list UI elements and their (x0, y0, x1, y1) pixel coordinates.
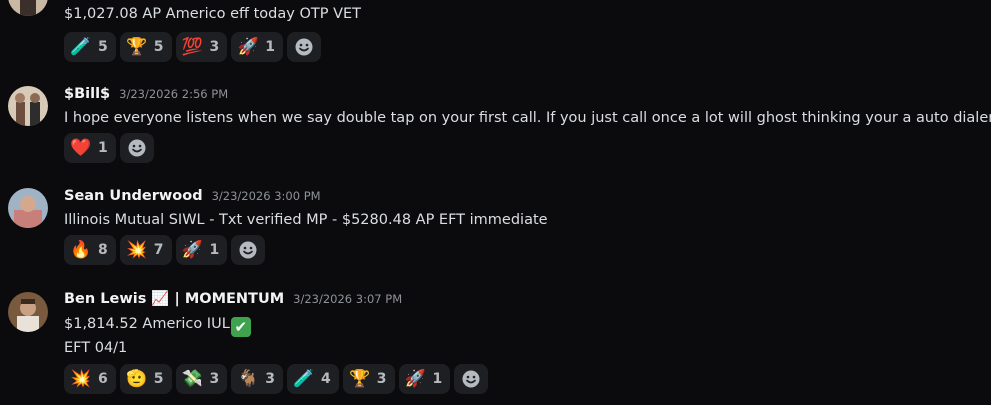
money-with-wings-icon: 💸 (181, 369, 204, 389)
reaction-collision[interactable]: 💥 6 (64, 364, 116, 394)
reaction-fire[interactable]: 🔥 8 (64, 235, 116, 265)
reaction-count: 5 (153, 39, 164, 55)
fire-icon: 🔥 (70, 240, 92, 260)
message-text-line: $1,814.52 Americo IUL (64, 316, 230, 332)
reactions-bar: 🔥 8 💥 7 🚀 1 (64, 235, 548, 265)
message-text: Illinois Mutual SIWL - Txt verified MP -… (64, 212, 548, 228)
rocket-icon: 🚀 (181, 240, 204, 260)
reaction-goat[interactable]: 🐐 3 (231, 364, 283, 394)
author-name[interactable]: $Bill$ (64, 86, 110, 102)
avatar[interactable] (8, 188, 48, 228)
alembic-icon: 🧪 (70, 37, 92, 57)
avatar[interactable] (8, 86, 48, 126)
reaction-rocket[interactable]: 🚀 1 (231, 32, 283, 62)
reaction-rocket[interactable]: 🚀 1 (175, 235, 228, 265)
reaction-count: 3 (209, 371, 220, 387)
smiley-face-icon (462, 370, 480, 388)
avatar[interactable] (8, 292, 48, 332)
check-mark-icon: ✔ (230, 317, 251, 337)
trophy-icon: 🏆 (126, 37, 148, 57)
reaction-hundred[interactable]: 💯 3 (175, 32, 228, 62)
reaction-count: 3 (376, 371, 387, 387)
reaction-count: 1 (265, 39, 275, 55)
reaction-trophy[interactable]: 🏆 3 (342, 364, 395, 394)
alembic-icon: 🧪 (293, 369, 315, 389)
smiley-face-icon (128, 139, 146, 157)
reaction-money[interactable]: 💸 3 (175, 364, 228, 394)
reaction-alembic[interactable]: 🧪 4 (287, 364, 339, 394)
smiley-face-icon (295, 38, 313, 56)
timestamp: 3/23/2026 3:07 PM (293, 292, 403, 306)
add-reaction-button[interactable] (287, 32, 321, 62)
reaction-alembic[interactable]: 🧪 5 (64, 32, 116, 62)
timestamp: 3/23/2026 2:56 PM (119, 87, 229, 101)
author-name[interactable]: Ben Lewis 📈 | MOMENTUM (64, 290, 284, 307)
reaction-count: 3 (265, 371, 275, 387)
rocket-icon: 🚀 (237, 37, 259, 57)
reaction-count: 1 (209, 242, 220, 258)
reaction-trophy[interactable]: 🏆 5 (119, 32, 172, 62)
reaction-count: 5 (153, 371, 164, 387)
message-text: $1,027.08 AP Americo eff today OTP VET (64, 6, 362, 22)
reactions-bar: 💥 6 🫡 5 💸 3 🐐 3 🧪 4 🏆 3 🚀 1 (64, 364, 489, 394)
avatar[interactable] (8, 0, 48, 16)
red-heart-icon: ❤️ (70, 138, 92, 158)
reaction-count: 1 (432, 371, 443, 387)
author-name[interactable]: Sean Underwood (64, 188, 203, 204)
add-reaction-button[interactable] (119, 133, 154, 163)
trophy-icon: 🏆 (349, 369, 371, 389)
collision-icon: 💥 (70, 369, 92, 389)
reaction-count: 4 (321, 371, 331, 387)
rocket-icon: 🚀 (404, 369, 427, 389)
reaction-collision[interactable]: 💥 7 (119, 235, 172, 265)
collision-icon: 💥 (126, 240, 148, 260)
reaction-count: 7 (153, 242, 164, 258)
reaction-count: 3 (209, 39, 220, 55)
reaction-count: 5 (98, 39, 108, 55)
reactions-bar: 🧪 5 🏆 5 💯 3 🚀 1 (64, 32, 361, 62)
reaction-heart[interactable]: ❤️ 1 (64, 133, 116, 163)
hundred-points-icon: 💯 (181, 37, 204, 57)
reaction-salute[interactable]: 🫡 5 (119, 364, 172, 394)
reactions-bar: ❤️ 1 (64, 133, 991, 163)
message-text-line: EFT 04/1 (64, 340, 128, 356)
salute-icon: 🫡 (126, 369, 148, 389)
timestamp: 3/23/2026 3:00 PM (211, 189, 321, 203)
message-text: I hope everyone listens when we say doub… (64, 110, 991, 126)
smiley-face-icon (239, 241, 257, 259)
reaction-count: 1 (98, 140, 108, 156)
add-reaction-button[interactable] (454, 364, 489, 394)
message-text: $1,814.52 Americo IUL ✔ (64, 313, 488, 337)
add-reaction-button[interactable] (231, 235, 266, 265)
reaction-rocket[interactable]: 🚀 1 (398, 364, 451, 394)
goat-icon: 🐐 (237, 369, 259, 389)
reaction-count: 8 (98, 242, 108, 258)
reaction-count: 6 (98, 371, 108, 387)
